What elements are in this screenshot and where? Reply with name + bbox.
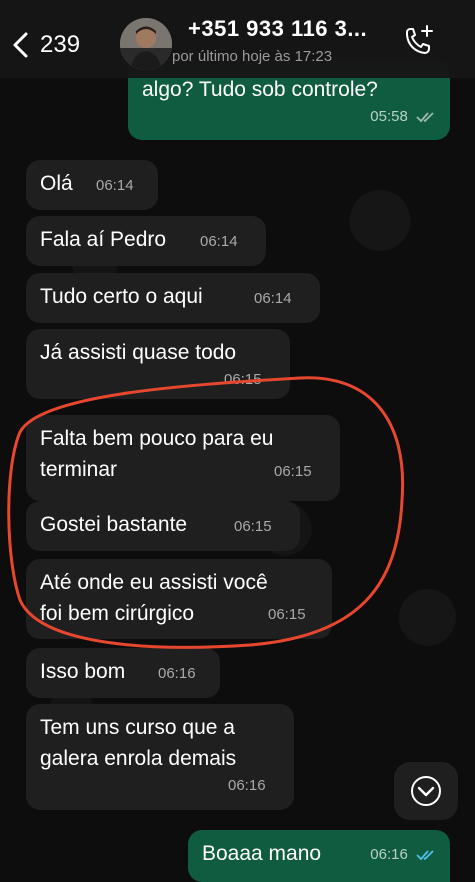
phone-add-icon (406, 25, 433, 54)
last-seen-status: por último hoje às 17:23 (172, 48, 333, 65)
message-time: 06:14 (96, 177, 134, 194)
message-incoming[interactable]: Tem uns curso que a galera enrola demais… (26, 704, 294, 810)
message-text: Já assisti quase todo (40, 341, 237, 364)
message-time: 06:15 (274, 463, 312, 480)
message-text-line: Tem uns curso que a (40, 716, 235, 739)
message-time: 06:15 (234, 518, 272, 535)
message-text: Tudo certo o aqui (40, 285, 203, 308)
message-incoming[interactable]: Até onde eu assisti você foi bem cirúrgi… (26, 559, 332, 639)
message-time: 06:16 (370, 839, 438, 870)
message-text: Boaaa mano (202, 842, 322, 865)
message-text: Olá (40, 172, 73, 195)
message-incoming[interactable]: Fala aí Pedro 06:14 (26, 216, 266, 266)
message-time: 06:15 (268, 606, 306, 623)
chat-header: 239 +351 933 116 3... por último hoje às… (0, 0, 475, 78)
message-incoming[interactable]: Gostei bastante 06:15 (26, 501, 300, 551)
back-button[interactable]: 239 (10, 25, 80, 65)
message-text: Gostei bastante (40, 513, 188, 536)
call-button[interactable] (398, 22, 438, 62)
message-incoming[interactable]: Falta bem pouco para eu terminar 06:15 (26, 415, 340, 501)
message-incoming[interactable]: Isso bom 06:16 (26, 648, 220, 698)
message-text: Isso bom (40, 660, 126, 683)
message-time: 05:58 (370, 101, 438, 132)
double-check-icon (416, 850, 434, 861)
message-incoming[interactable]: Olá 06:14 (26, 160, 158, 210)
profile-photo (120, 18, 172, 70)
message-text-line: Falta bem pouco para eu (40, 427, 274, 450)
chevron-left-icon (13, 32, 28, 58)
message-text: algo? Tudo sob controle? (142, 78, 378, 101)
double-check-icon (416, 112, 434, 123)
message-incoming[interactable]: Tudo certo o aqui 06:14 (26, 273, 320, 323)
chevron-down-circle-icon (411, 776, 441, 806)
unread-count: 239 (40, 31, 81, 58)
message-text-line: Até onde eu assisti você (40, 571, 268, 594)
message-text: Fala aí Pedro (40, 228, 167, 251)
scroll-to-bottom-button[interactable] (394, 762, 458, 820)
message-time: 06:14 (200, 233, 238, 250)
message-time: 06:14 (254, 290, 292, 307)
message-time: 06:15 (224, 371, 262, 388)
message-time: 06:16 (158, 665, 196, 682)
message-outgoing[interactable]: Boaaa mano 06:16 (188, 830, 450, 882)
avatar[interactable] (120, 18, 172, 70)
contact-name[interactable]: +351 933 116 3... (188, 16, 367, 42)
message-time: 06:16 (228, 777, 266, 794)
message-incoming[interactable]: Já assisti quase todo 06:15 (26, 329, 290, 399)
